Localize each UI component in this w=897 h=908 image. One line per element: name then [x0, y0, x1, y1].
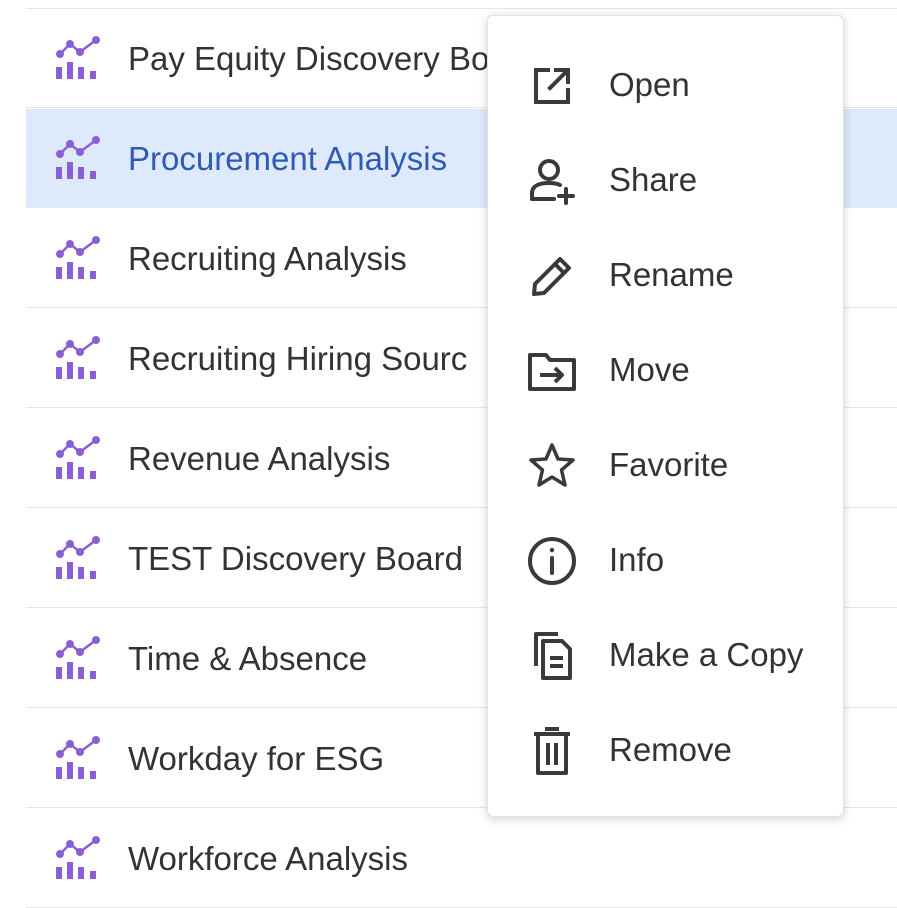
- menu-item-label: Rename: [609, 256, 734, 293]
- list-item-label: Procurement Analysis: [128, 140, 448, 177]
- star-icon: [526, 440, 578, 492]
- info-icon: [526, 535, 578, 587]
- menu-item-label: Open: [609, 66, 690, 103]
- list-item-label: Workforce Analysis: [128, 840, 408, 877]
- pencil-icon: [526, 250, 578, 302]
- menu-item-make-a-copy[interactable]: Make a Copy: [488, 607, 845, 702]
- list-item-label: Time & Absence: [128, 640, 368, 677]
- discovery-board-icon: [54, 735, 102, 783]
- list-item-label: Pay Equity Discovery Bo: [128, 40, 490, 77]
- menu-item-label: Favorite: [609, 446, 729, 483]
- menu-item-open[interactable]: Open: [488, 37, 845, 132]
- list-item-label: TEST Discovery Board: [128, 540, 463, 577]
- menu-item-remove[interactable]: Remove: [488, 702, 845, 797]
- copy-icon: [526, 630, 578, 682]
- discovery-board-icon: [54, 635, 102, 683]
- menu-item-label: Make a Copy: [609, 636, 804, 673]
- list-item-label: Recruiting Analysis: [128, 240, 407, 277]
- open-external-icon: [526, 60, 578, 112]
- trash-icon: [526, 725, 578, 777]
- discovery-board-icon: [54, 535, 102, 583]
- list-item-label: Revenue Analysis: [128, 440, 391, 477]
- menu-item-move[interactable]: Move: [488, 322, 845, 417]
- context-menu: Open Share Rename Move Favorite Info Mak…: [487, 15, 844, 817]
- discovery-board-icon: [54, 135, 102, 183]
- list-item-workforce-analysis[interactable]: Workforce Analysis: [26, 809, 897, 908]
- menu-item-label: Share: [609, 161, 698, 198]
- discovery-board-icon: [54, 435, 102, 483]
- menu-item-rename[interactable]: Rename: [488, 227, 845, 322]
- discovery-board-icon: [54, 235, 102, 283]
- add-person-icon: [526, 155, 578, 207]
- menu-item-label: Move: [609, 351, 690, 388]
- discovery-board-icon: [54, 35, 102, 83]
- move-to-folder-icon: [526, 345, 578, 397]
- discovery-board-icon: [54, 335, 102, 383]
- menu-item-share[interactable]: Share: [488, 132, 845, 227]
- menu-item-favorite[interactable]: Favorite: [488, 417, 845, 512]
- discovery-board-icon: [54, 835, 102, 883]
- menu-item-label: Remove: [609, 731, 732, 768]
- menu-item-info[interactable]: Info: [488, 512, 845, 607]
- list-item-label: Workday for ESG: [128, 740, 385, 777]
- menu-item-label: Info: [609, 541, 665, 578]
- list-item-label: Recruiting Hiring Sourc: [128, 340, 468, 377]
